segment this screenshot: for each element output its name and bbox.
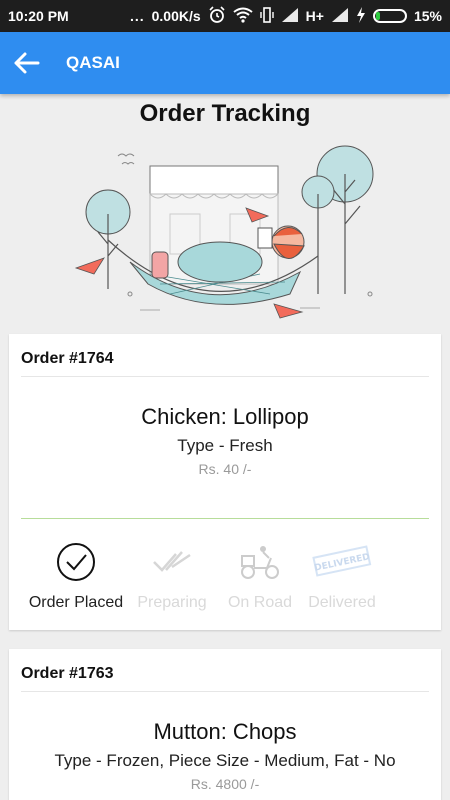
app-title: QASAI <box>66 53 120 72</box>
battery-icon <box>372 9 407 23</box>
notification-dots: ... <box>129 8 145 24</box>
order-card[interactable]: Order #1764 Chicken: Lollipop Type - Fre… <box>9 334 441 630</box>
order-number: Order #1763 <box>21 665 114 682</box>
wifi-icon <box>233 7 253 26</box>
delivered-stamp-icon: DELIVERED <box>287 540 397 584</box>
divider <box>21 691 429 692</box>
network-speed: 0.00K/s <box>151 8 201 24</box>
item-type: Type - Fresh <box>177 436 273 455</box>
status-bar: 10:20 PM ... 0.00K/s H+ 15% <box>0 0 450 32</box>
signal-icon <box>281 7 299 26</box>
item-name: Chicken: Lollipop <box>141 404 309 429</box>
step-label: Delivered <box>308 594 376 611</box>
order-number: Order #1764 <box>21 350 114 367</box>
app-bar: QASAI <box>0 32 450 94</box>
step-label: Order Placed <box>28 594 124 611</box>
vibrate-icon <box>259 6 274 27</box>
divider <box>21 376 429 377</box>
step-delivered: DELIVERED Delivered <box>287 534 397 624</box>
step-order-placed: Order Placed <box>21 534 131 624</box>
page-title: Order Tracking <box>139 100 311 127</box>
man-in-hammock-illustration <box>70 144 380 320</box>
back-arrow-icon[interactable] <box>0 32 52 94</box>
alarm-icon <box>208 5 226 27</box>
network-type: H+ <box>305 8 324 24</box>
status-time: 10:20 PM <box>8 8 69 24</box>
charging-icon <box>356 6 366 26</box>
signal-icon-2 <box>331 7 349 26</box>
progress-divider <box>21 518 429 519</box>
order-status-steps: Order Placed Preparing On Road DELIVERED… <box>9 534 441 624</box>
item-price: Rs. 4800 /- <box>190 776 260 792</box>
order-card[interactable]: Order #1763 Mutton: Chops Type - Frozen,… <box>9 649 441 800</box>
item-name: Mutton: Chops <box>153 719 297 744</box>
item-price: Rs. 40 /- <box>198 461 252 477</box>
battery-percent: 15% <box>413 8 442 24</box>
item-type: Type - Frozen, Piece Size - Medium, Fat … <box>54 751 396 770</box>
check-circle-icon <box>21 540 131 584</box>
